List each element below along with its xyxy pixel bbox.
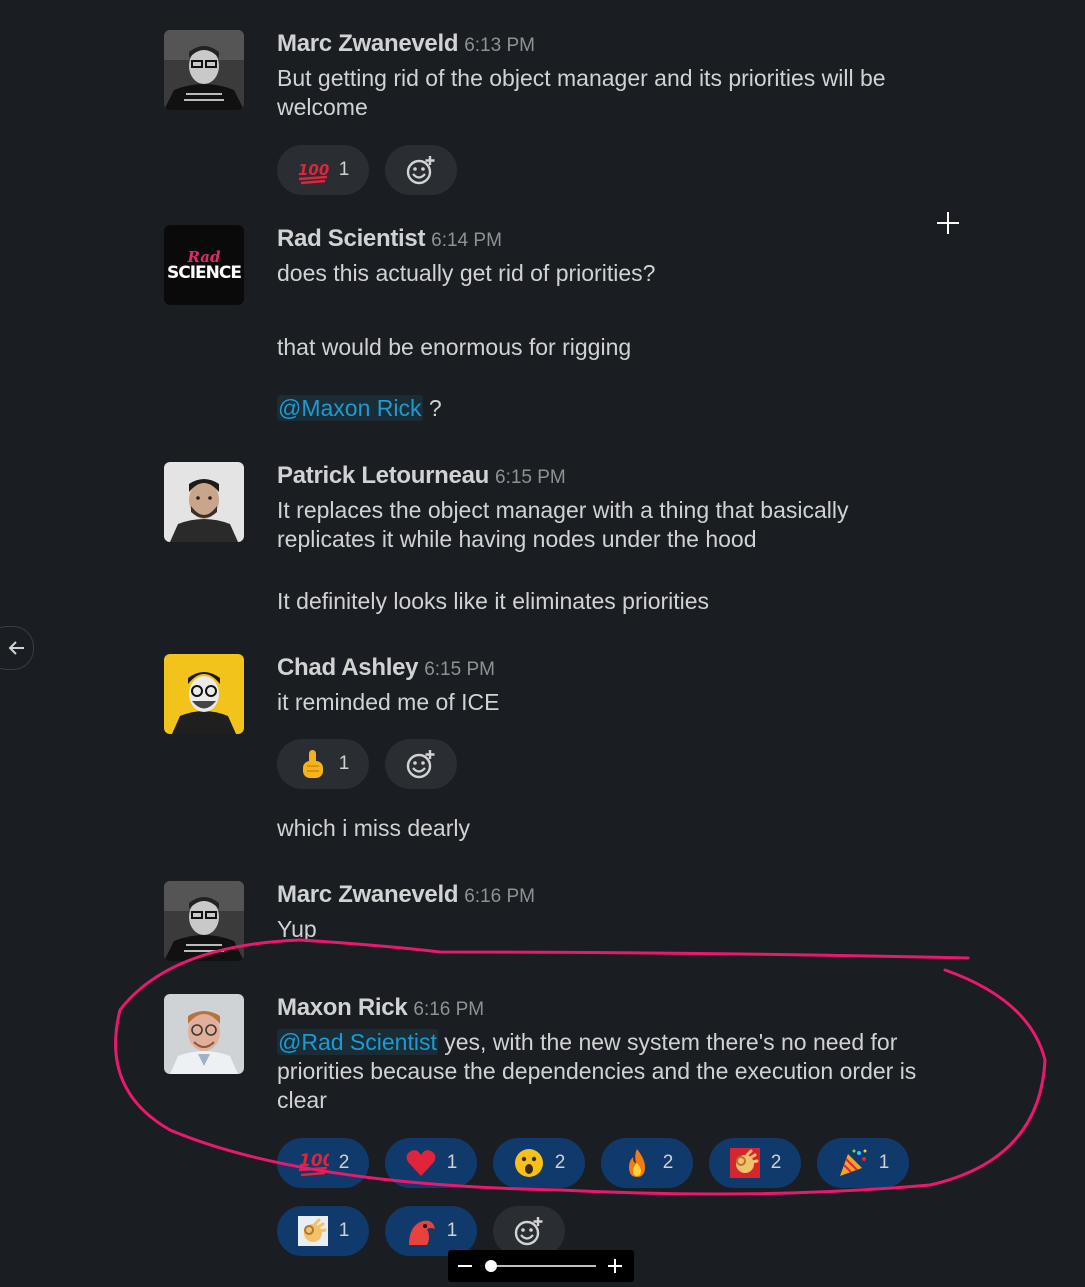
plus-cursor-icon [937, 212, 959, 234]
reaction-count: 1 [338, 1220, 350, 1241]
fire-emoji-icon [628, 1149, 645, 1177]
zoom-bar [448, 1250, 634, 1282]
message-text: It replaces the object manager with a th… [277, 497, 849, 552]
message-header: Marc Zwaneveld 6:13 PM [277, 30, 535, 58]
reaction-count: 1 [338, 753, 350, 774]
message-header: Patrick Letourneau 6:15 PM [277, 462, 566, 490]
message-text: does this actually get rid of priorities… [277, 260, 656, 286]
add-reaction-icon [406, 156, 435, 185]
ok-hand-emoji-icon [297, 1216, 328, 1246]
reaction-ok-hand-red[interactable]: 2 [709, 1138, 801, 1188]
message-header: Chad Ashley 6:15 PM [277, 654, 495, 682]
timestamp[interactable]: 6:15 PM [495, 467, 566, 488]
arrow-left-icon [8, 641, 24, 655]
avatar-chad-ashley[interactable] [164, 654, 244, 734]
reaction-parrot[interactable]: 1 [385, 1206, 477, 1256]
message-text: @Rad Scientist yes, with the new system … [277, 1028, 937, 1115]
reaction-fire[interactable]: 2 [601, 1138, 693, 1188]
1000-emoji-icon: 1000 [298, 161, 329, 185]
add-reaction-button[interactable] [385, 739, 457, 789]
message-text: which i miss dearly [277, 815, 470, 841]
reactions-row: 1000 1 [277, 145, 457, 195]
author-name[interactable]: Patrick Letourneau [277, 462, 489, 489]
add-reaction-icon [406, 750, 435, 779]
reactions-row: 100 2 1 2 2 [277, 1138, 909, 1188]
reactions-row: 1 [277, 739, 457, 789]
zoom-handle[interactable] [485, 1260, 497, 1272]
avatar-marc-zwaneveld[interactable] [164, 881, 244, 961]
avatar-rad-scientist[interactable]: Rad SCIENCE [164, 225, 244, 305]
avatar-patrick-letourneau[interactable] [164, 462, 244, 542]
reaction-count: 2 [554, 1152, 566, 1173]
reactions-row: 1 1 [277, 1206, 565, 1256]
timestamp[interactable]: 6:16 PM [413, 999, 484, 1020]
message-text: But getting rid of the object manager an… [277, 65, 886, 120]
reaction-1000[interactable]: 1000 1 [277, 145, 369, 195]
author-name[interactable]: Maxon Rick [277, 994, 408, 1021]
timestamp[interactable]: 6:13 PM [464, 35, 535, 56]
reaction-open-mouth[interactable]: 2 [493, 1138, 585, 1188]
reaction-count: 1 [338, 159, 350, 180]
point-up-emoji-icon [302, 750, 323, 778]
reaction-count: 2 [770, 1152, 782, 1173]
reaction-count: 2 [338, 1152, 350, 1173]
message-text: it reminded me of ICE [277, 689, 500, 715]
heart-emoji-icon [406, 1150, 436, 1176]
party-popper-emoji-icon [839, 1149, 867, 1176]
reaction-count: 1 [446, 1220, 458, 1241]
avatar-maxon-rick[interactable] [164, 994, 244, 1074]
parrot-emoji-icon [408, 1220, 435, 1245]
reaction-heart[interactable]: 1 [385, 1138, 477, 1188]
reaction-party-popper[interactable]: 1 [817, 1138, 909, 1188]
add-reaction-button[interactable] [385, 145, 457, 195]
reaction-count: 1 [446, 1152, 458, 1173]
open-mouth-emoji-icon [514, 1149, 543, 1177]
message-text: It definitely looks like it eliminates p… [277, 588, 710, 614]
back-button[interactable] [0, 626, 34, 670]
timestamp[interactable]: 6:14 PM [431, 230, 502, 251]
message-header: Rad Scientist 6:14 PM [277, 225, 502, 253]
mention-link[interactable]: @Maxon Rick [277, 395, 423, 421]
avatar-logo-science: SCIENCE [167, 263, 241, 283]
reaction-ok-hand[interactable]: 1 [277, 1206, 369, 1256]
reaction-point-up[interactable]: 1 [277, 739, 369, 789]
author-name[interactable]: Chad Ashley [277, 654, 418, 681]
add-reaction-icon [514, 1217, 543, 1246]
mention-link[interactable]: @Rad Scientist [277, 1029, 438, 1055]
reaction-count: 1 [878, 1152, 890, 1173]
message-header: Marc Zwaneveld 6:16 PM [277, 881, 535, 909]
avatar-marc-zwaneveld[interactable] [164, 30, 244, 110]
ok-hand-red-emoji-icon [729, 1148, 760, 1178]
100-emoji-icon: 100 [298, 1151, 329, 1177]
reaction-100[interactable]: 100 2 [277, 1138, 369, 1188]
timestamp[interactable]: 6:15 PM [424, 659, 495, 680]
author-name[interactable]: Marc Zwaneveld [277, 881, 459, 908]
message-text: @Maxon Rick ? [277, 394, 937, 423]
mention-suffix: ? [422, 395, 442, 421]
message-text: Yup [277, 916, 317, 942]
message-header: Maxon Rick 6:16 PM [277, 994, 484, 1022]
reaction-count: 2 [662, 1152, 674, 1173]
author-name[interactable]: Marc Zwaneveld [277, 30, 459, 57]
add-reaction-button[interactable] [493, 1206, 565, 1256]
author-name[interactable]: Rad Scientist [277, 225, 425, 252]
timestamp[interactable]: 6:16 PM [464, 886, 535, 907]
zoom-plus-icon[interactable] [608, 1259, 622, 1273]
message-text: that would be enormous for rigging [277, 334, 632, 360]
